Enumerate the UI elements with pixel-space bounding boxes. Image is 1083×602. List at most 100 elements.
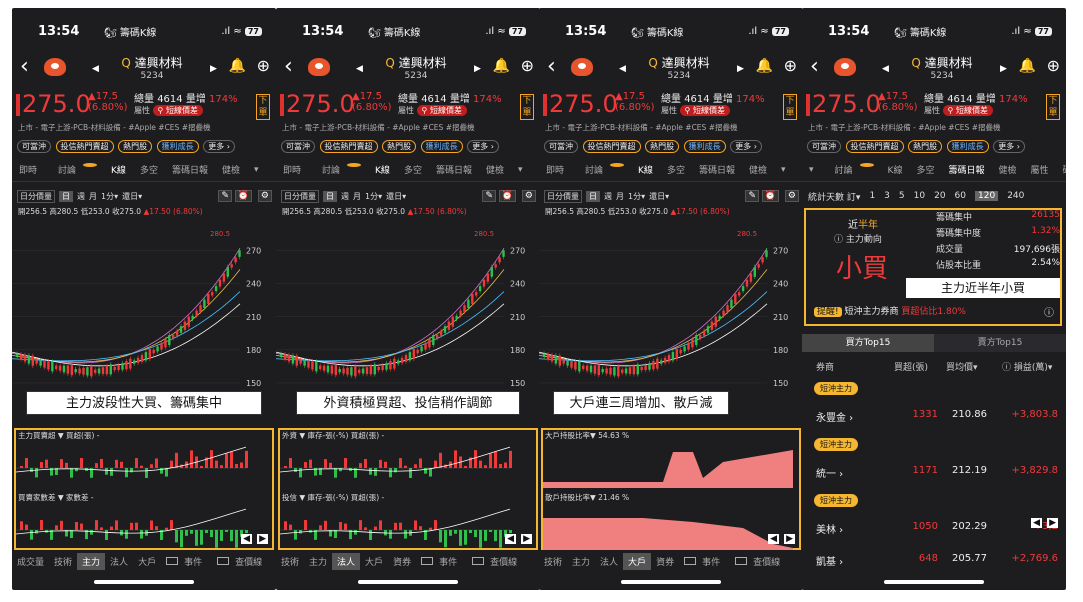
days-opt-240[interactable]: 240	[1007, 191, 1024, 201]
period-select[interactable]: 日分價量	[17, 189, 55, 203]
prev-stock-icon[interactable]: ◀	[356, 64, 363, 74]
logo-icon[interactable]	[571, 58, 593, 76]
prev-stock-icon[interactable]: ◀	[882, 64, 889, 74]
next-stock-icon[interactable]: ▶	[1000, 64, 1007, 74]
settings-icon[interactable]: ⚙	[521, 190, 536, 202]
tab-kline[interactable]: K線	[631, 163, 660, 176]
col-pnl[interactable]: ⓘ 損益(萬)▾	[1002, 360, 1052, 373]
bottom-tab[interactable]: 大戶	[623, 552, 652, 570]
prev-icon[interactable]: ◀	[768, 534, 779, 544]
logo-icon[interactable]	[834, 58, 856, 76]
back-icon[interactable]: ‹	[284, 54, 293, 79]
attr-tag[interactable]: ⚲ 短線價差	[152, 105, 203, 116]
pill-trust-sell[interactable]: 投信熱門賣超	[582, 140, 641, 153]
tab-kline[interactable]: K線	[881, 163, 910, 176]
interval-week[interactable]: 週	[341, 191, 349, 202]
event-check[interactable]: 事件	[161, 555, 212, 568]
pill-day-trade[interactable]: 可當沖	[544, 140, 578, 153]
add-icon[interactable]: ⊕	[257, 56, 270, 75]
pill-more[interactable]: 更多 ›	[203, 140, 235, 153]
order-button[interactable]: 下單	[783, 94, 797, 120]
tab-live[interactable]: 即時	[539, 163, 571, 176]
checkbox[interactable]	[217, 556, 230, 565]
sub-chart[interactable]: 主力買賣超 ▼ 買超(張) - 買賣家數差 ▼ 家數差 -	[14, 428, 274, 550]
tab-bullbear[interactable]: 多空	[397, 163, 429, 176]
interval-month[interactable]: 月	[616, 191, 624, 202]
draw-icon[interactable]: ✎	[218, 190, 232, 202]
add-icon[interactable]: ⊕	[1047, 56, 1060, 75]
checkbox[interactable]	[166, 556, 179, 565]
settings-icon[interactable]: ⚙	[257, 190, 272, 202]
add-icon[interactable]: ⊕	[784, 56, 797, 75]
sub-chart-title-2[interactable]: 投信 ▼ 庫存-張(-%) 買超(張) -	[280, 492, 536, 504]
settings-icon[interactable]: ⚙	[784, 190, 799, 202]
bottom-tab[interactable]: 大戶	[360, 555, 388, 568]
bottom-tab[interactable]: 資券	[388, 555, 416, 568]
tab-chip-daily[interactable]: 籌碼日報	[692, 163, 742, 176]
bell-icon[interactable]: 🔔	[1019, 58, 1036, 74]
prev-icon[interactable]: ◀	[505, 534, 516, 544]
col-avg-price[interactable]: 買均價▾	[946, 360, 978, 373]
bottom-tab[interactable]: 成交量	[12, 555, 49, 568]
tab-research[interactable]: 研	[1056, 163, 1066, 176]
add-icon[interactable]: ⊕	[521, 56, 534, 75]
next-stock-icon[interactable]: ▶	[474, 64, 481, 74]
alarm-icon[interactable]: ⏰	[234, 190, 252, 202]
stock-title[interactable]: Q 達興材料 5234	[366, 54, 466, 81]
stock-title[interactable]: Q 達興材料 5234	[629, 54, 729, 81]
tab-bullbear[interactable]: 多空	[909, 163, 941, 176]
checkbox[interactable]	[421, 556, 434, 565]
prev-icon[interactable]: ◀	[241, 534, 252, 544]
bottom-tab[interactable]: 法人	[595, 555, 623, 568]
stock-title[interactable]: Q 達興材料 5234	[892, 54, 992, 81]
sub-chart-title-1[interactable]: 主力買賣超 ▼ 買超(張) -	[16, 430, 272, 442]
next-stock-icon[interactable]: ▶	[737, 64, 744, 74]
tab-checkup[interactable]: 健檢	[479, 163, 511, 176]
col-net-buy[interactable]: 買超(張)	[894, 360, 928, 373]
adjust-select[interactable]: 還日▾	[386, 191, 406, 202]
tab-live[interactable]: 即時	[276, 163, 308, 176]
back-icon[interactable]: ‹	[810, 54, 819, 79]
tab-discuss[interactable]: 討論	[308, 163, 368, 176]
draw-icon[interactable]: ✎	[745, 190, 759, 202]
tab-attr[interactable]: 屬性	[1024, 163, 1056, 176]
price-line-check[interactable]: 查價線	[212, 555, 272, 568]
tabs-prev-icon[interactable]: ▾	[802, 165, 821, 175]
order-button[interactable]: 下單	[520, 94, 534, 120]
bell-icon[interactable]: 🔔	[493, 58, 510, 74]
pill-hot[interactable]: 熱門股	[645, 140, 680, 153]
checkbox[interactable]	[735, 556, 748, 565]
interval-day[interactable]: 日	[586, 190, 600, 202]
days-opt-3[interactable]: 3	[884, 191, 890, 201]
tab-live[interactable]: 即時	[12, 163, 44, 176]
adjust-select[interactable]: 還日▾	[649, 191, 669, 202]
bottom-tab[interactable]: 技術	[49, 555, 77, 568]
event-check[interactable]: 事件	[416, 555, 467, 568]
tab-chip-daily[interactable]: 籌碼日報	[941, 163, 991, 176]
bottom-tab[interactable]: 技術	[539, 555, 567, 568]
bottom-tab[interactable]: 主力	[304, 555, 332, 568]
table-row[interactable]: 凱基 › 648 205.77 +2,769.6	[802, 524, 1066, 568]
interval-month[interactable]: 月	[89, 191, 97, 202]
bottom-tab[interactable]: 主力	[567, 555, 595, 568]
days-opt-5[interactable]: 5	[899, 191, 905, 201]
alarm-icon[interactable]: ⏰	[761, 190, 779, 202]
attr-tag[interactable]: ⚲ 短線價差	[679, 105, 730, 116]
interval-day[interactable]: 日	[323, 190, 337, 202]
sub-chart[interactable]: 外資 ▼ 庫存-張(-%) 買超(張) - 投信 ▼ 庫存-張(-%) 買超(張…	[278, 428, 538, 550]
alarm-icon[interactable]: ⏰	[498, 190, 516, 202]
logo-icon[interactable]	[308, 58, 330, 76]
back-icon[interactable]: ‹	[547, 54, 556, 79]
info-icon[interactable]: ⓘ	[1044, 304, 1054, 319]
prev-stock-icon[interactable]: ◀	[619, 64, 626, 74]
tab-chip-daily[interactable]: 籌碼日報	[429, 163, 479, 176]
price-line-check[interactable]: 查價線	[730, 555, 790, 568]
kline-chart[interactable]: 270 240 210 180 150 280.5	[539, 224, 803, 404]
tab-discuss[interactable]: 討論	[571, 163, 631, 176]
interval-minute[interactable]: 1分▾	[365, 191, 382, 202]
sub-chart-title-2[interactable]: 買賣家數差 ▼ 家數差 -	[16, 492, 272, 504]
tab-sell-top15[interactable]: 賣方Top15	[934, 334, 1066, 352]
period-select[interactable]: 日分價量	[544, 189, 582, 203]
tab-discuss[interactable]: 討論	[821, 163, 881, 176]
checkbox[interactable]	[684, 556, 697, 565]
